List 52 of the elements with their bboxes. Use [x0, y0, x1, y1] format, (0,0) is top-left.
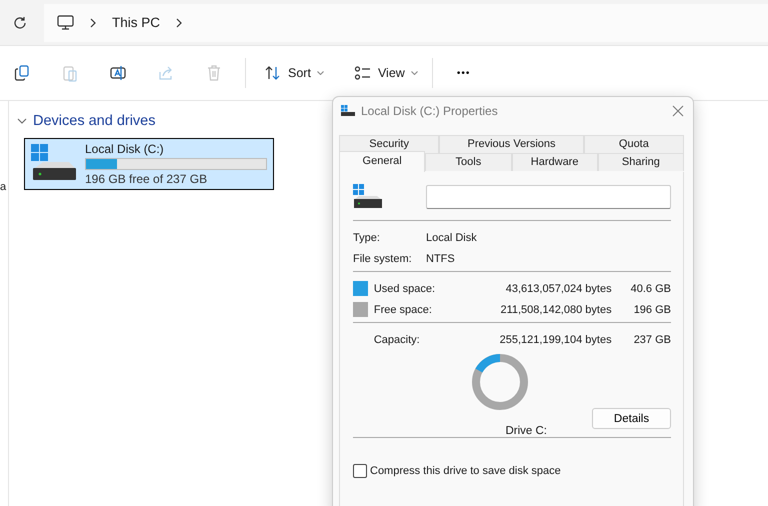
refresh-icon[interactable] [13, 16, 27, 30]
list-view-icon [354, 65, 372, 81]
address-bar[interactable]: This PC [44, 4, 768, 42]
tab[interactable]: Tools [425, 153, 512, 171]
drive-name: Local Disk (C:) [85, 142, 165, 156]
drive-icon [353, 184, 383, 210]
tab[interactable]: General [339, 151, 426, 172]
tab[interactable]: Quota [584, 135, 684, 153]
details-button[interactable]: Details [592, 408, 671, 429]
chevron-icon[interactable] [17, 117, 27, 125]
sort-icon [264, 65, 282, 81]
checkbox[interactable] [353, 464, 367, 478]
caret-icon [410, 71, 418, 75]
monitor-icon [57, 14, 74, 30]
drive-icon [341, 105, 355, 117]
field-value: NTFS [426, 252, 456, 264]
nav-item-text[interactable]: a [0, 181, 6, 193]
caret-icon [316, 71, 324, 75]
field-label: Free space: [374, 304, 433, 316]
checkbox-label: Compress this drive to save disk space [370, 465, 561, 477]
section-header[interactable]: Devices and drives [33, 113, 156, 129]
size-value: 196 GB [632, 304, 671, 316]
byte-count: 255,121,199,104 bytes [498, 334, 612, 346]
chevron-icon[interactable] [176, 18, 182, 28]
field-label: File system: [353, 252, 413, 264]
breadcrumb-item[interactable]: This PC [112, 15, 160, 30]
field-label: Used space: [374, 282, 436, 294]
sort-button[interactable]: Sort [256, 61, 332, 85]
size-value: 40.6 GB [630, 282, 671, 294]
drive-label: Drive C: [505, 425, 547, 437]
view-button[interactable]: View [346, 61, 426, 85]
size-value: 237 GB [632, 334, 671, 346]
chevron-icon[interactable] [90, 18, 96, 28]
dialog-title: Local Disk (C:) Properties [361, 104, 499, 118]
tab[interactable]: Sharing [598, 153, 684, 171]
tab[interactable]: Previous Versions [439, 135, 584, 153]
usage-donut [472, 354, 528, 410]
volume-label-field[interactable] [426, 185, 671, 209]
field-value: Local Disk [426, 232, 478, 244]
copy-icon[interactable] [13, 64, 31, 82]
rename-icon[interactable] [109, 64, 127, 82]
more-button[interactable]: ••• [448, 64, 478, 82]
field-label: Capacity: [374, 334, 421, 346]
free-space-text: 196 GB free of 237 GB [85, 172, 208, 186]
tab[interactable]: Hardware [512, 153, 598, 171]
field-label: Type: [353, 232, 381, 244]
drive-icon [29, 142, 77, 182]
drive-tile[interactable]: Local Disk (C:) 196 GB free of 237 GB [24, 138, 274, 190]
tab[interactable]: Security [339, 135, 440, 153]
byte-count: 211,508,142,080 bytes [499, 304, 612, 316]
close-icon[interactable] [672, 105, 684, 117]
byte-count: 43,613,057,024 bytes [504, 282, 612, 294]
